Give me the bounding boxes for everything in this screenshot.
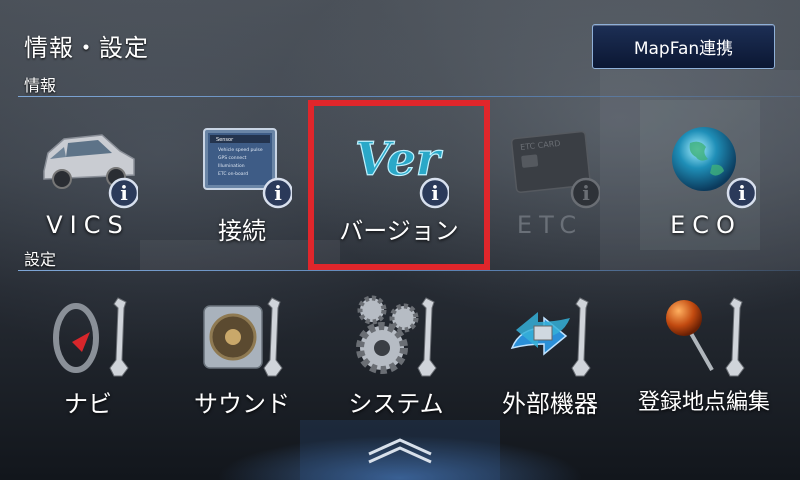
mapfan-link-button[interactable]: MapFan連携 (592, 24, 775, 69)
setting-item-external-device[interactable]: 外部機器 (480, 286, 620, 446)
connect-line-1: Vehicle speed pulse (218, 147, 263, 153)
setting-item-label: システム (348, 390, 444, 418)
car-info-icon: i (43, 134, 138, 209)
info-item-label: ETC (516, 211, 584, 239)
speaker-wrench-icon (203, 297, 283, 377)
setting-item-navi[interactable]: ナビ (18, 286, 158, 446)
scroll-up-chevron-icon[interactable] (365, 434, 435, 464)
svg-text:i: i (120, 181, 128, 205)
settings-section-divider (18, 270, 800, 271)
info-item-label: ECO (670, 211, 742, 239)
pin-wrench-icon (666, 297, 745, 377)
info-section-divider (18, 96, 800, 97)
svg-text:i: i (738, 181, 746, 205)
setting-item-label: 外部機器 (502, 390, 598, 418)
connect-line-0: Sensor (216, 137, 234, 143)
svg-text:i: i (582, 181, 590, 205)
page-title: 情報・設定 (24, 34, 149, 62)
globe-info-icon: i (672, 127, 756, 209)
svg-text:i: i (274, 181, 282, 205)
setting-item-registered-points[interactable]: 登録地点編集 (634, 286, 774, 446)
navi-wrench-icon (53, 297, 129, 377)
connect-line-4: ETC on-board (218, 171, 248, 177)
connect-line-2: GPS connect (218, 155, 247, 161)
setting-item-system[interactable]: システム (326, 286, 466, 446)
setting-item-label: サウンド (194, 390, 290, 418)
selection-highlight (308, 100, 490, 270)
connect-line-3: Illumination (218, 163, 245, 169)
setting-item-sound[interactable]: サウンド (172, 286, 312, 446)
info-item-label: 接続 (218, 217, 266, 245)
connection-screen-info-icon: Sensor Vehicle speed pulse GPS connect I… (203, 128, 292, 209)
info-item-etc: ETC CARD i ETC (480, 108, 620, 268)
info-item-vics[interactable]: i VICS (18, 108, 158, 268)
settings-section-label: 設定 (24, 250, 57, 269)
info-section-label: 情報 (24, 76, 57, 95)
etc-card-info-icon: ETC CARD i (510, 130, 600, 209)
info-item-connection[interactable]: Sensor Vehicle speed pulse GPS connect I… (172, 108, 312, 268)
setting-item-label: ナビ (64, 390, 112, 418)
setting-item-label: 登録地点編集 (637, 390, 770, 415)
gears-wrench-icon (356, 295, 437, 377)
info-item-eco[interactable]: i ECO (636, 108, 776, 268)
device-wrench-icon (510, 297, 591, 377)
info-item-label: VICS (46, 211, 130, 239)
